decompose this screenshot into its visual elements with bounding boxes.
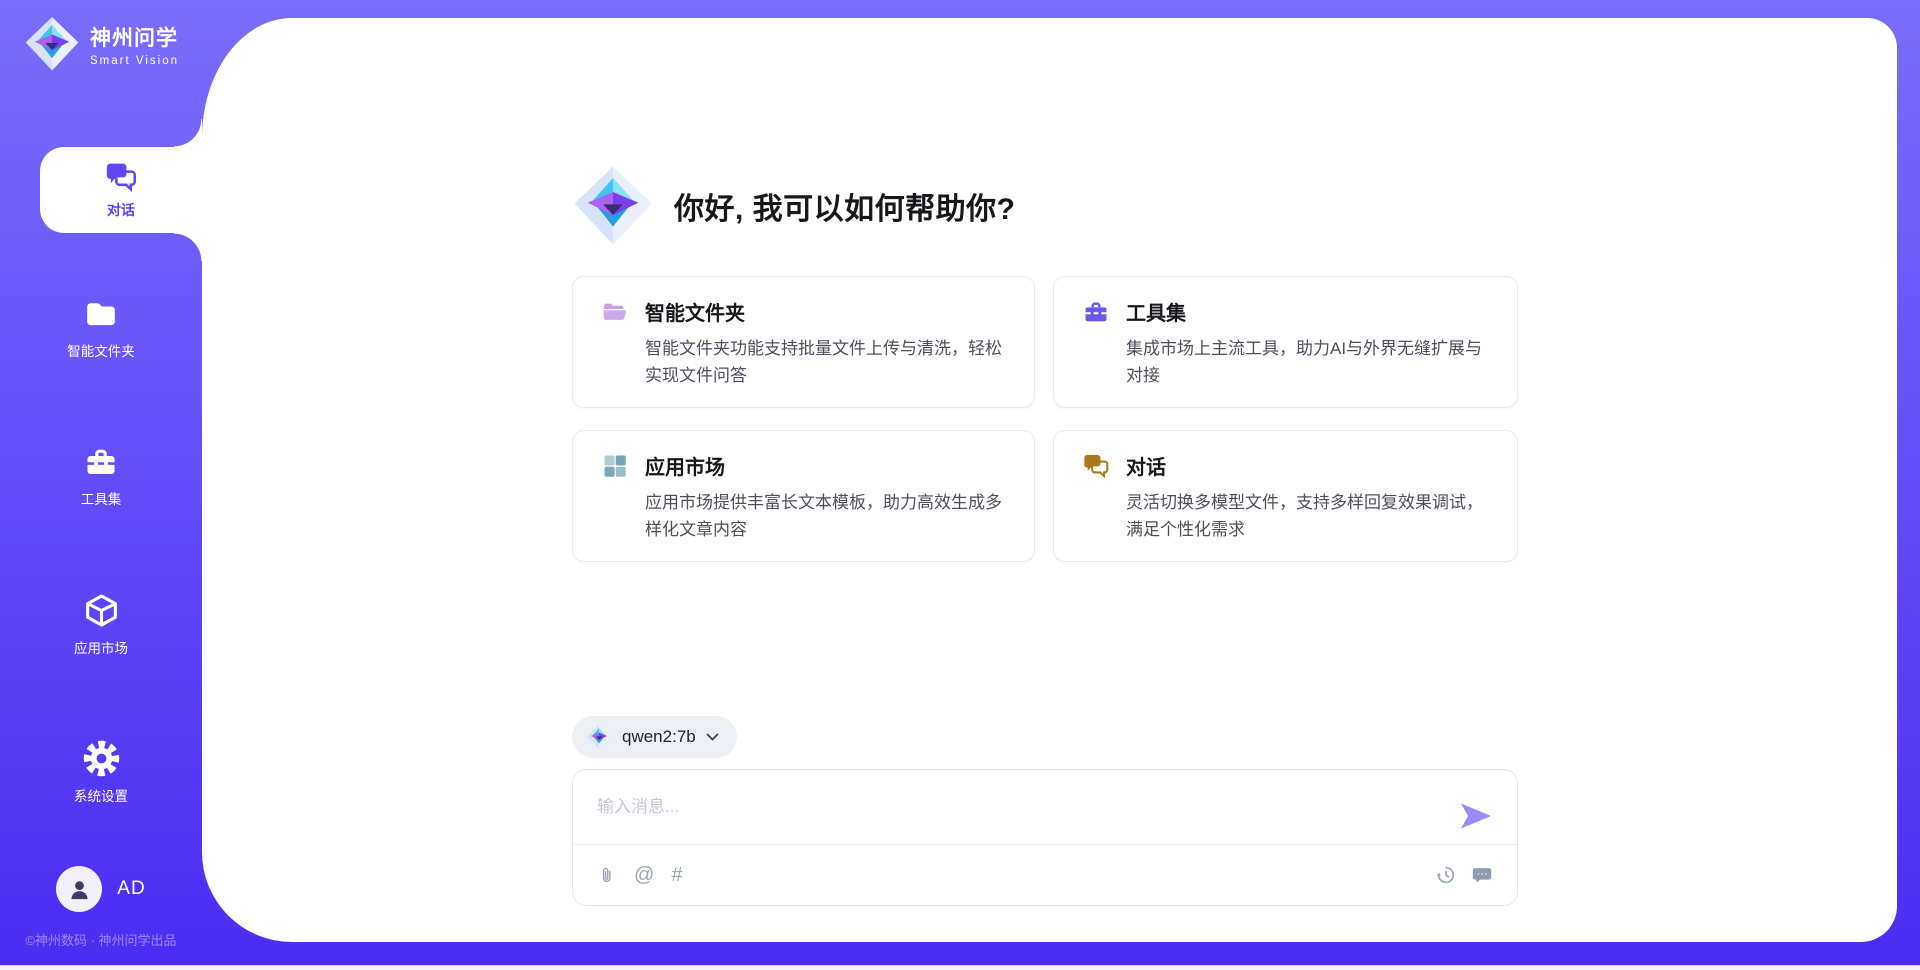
tab-fillet-bottom — [174, 233, 202, 261]
sidebar-item-settings[interactable]: 系统设置 — [0, 726, 202, 818]
chevron-down-icon — [706, 733, 719, 741]
sidebar-item-label: 对话 — [107, 200, 135, 220]
model-diamond-logo-icon — [586, 724, 612, 750]
sidebar-item-chat[interactable]: 对话 — [40, 147, 202, 233]
sidebar-item-smart-folders[interactable]: 智能文件夹 — [0, 282, 202, 374]
card-app-market[interactable]: 应用市场 应用市场提供丰富长文本模板，助力高效生成多样化文章内容 — [572, 430, 1035, 562]
history-icon[interactable] — [1435, 864, 1457, 886]
brand-subtitle: Smart Vision — [90, 55, 179, 67]
card-toolset[interactable]: 工具集 集成市场上主流工具，助力AI与外界无缝扩展与对接 — [1053, 276, 1518, 408]
chat-icon — [104, 160, 138, 194]
brand: 神州问学 Smart Vision — [24, 16, 179, 72]
sidebar-item-label: 应用市场 — [74, 637, 128, 657]
window-bottom-edge — [0, 965, 1920, 970]
message-composer: @ # — [572, 769, 1518, 906]
message-input[interactable] — [573, 770, 1453, 844]
model-name: qwen2:7b — [622, 727, 696, 747]
gear-icon — [83, 740, 120, 777]
card-title: 对话 — [1126, 451, 1166, 480]
model-selector[interactable]: qwen2:7b — [572, 716, 737, 758]
greeting-diamond-logo-icon — [572, 165, 654, 247]
content-column: 你好, 我可以如何帮助你? 智能文件夹 智能文件夹功能支持批量文件上传与清洗，轻… — [572, 18, 1518, 942]
card-description: 集成市场上主流工具，助力AI与外界无缝扩展与对接 — [1126, 335, 1489, 389]
cube-icon — [83, 592, 120, 629]
tab-fillet-top — [174, 119, 202, 147]
person-icon — [66, 876, 93, 903]
brand-diamond-logo-icon — [24, 16, 80, 72]
card-description: 灵活切换多模型文件，支持多样回复效果调试，满足个性化需求 — [1126, 489, 1489, 543]
grid-icon — [601, 452, 629, 480]
card-chat[interactable]: 对话 灵活切换多模型文件，支持多样回复效果调试，满足个性化需求 — [1053, 430, 1518, 562]
card-title: 工具集 — [1126, 297, 1186, 326]
avatar — [56, 866, 102, 912]
sidebar-item-label: 智能文件夹 — [67, 340, 135, 360]
folder-icon — [83, 296, 119, 332]
brand-name: 神州问学 — [90, 22, 179, 52]
paperclip-icon[interactable] — [597, 864, 617, 887]
card-description: 智能文件夹功能支持批量文件上传与清洗，轻松实现文件问答 — [645, 335, 1006, 389]
toolbox-icon — [1082, 298, 1110, 326]
toolbox-icon — [83, 444, 119, 480]
greeting: 你好, 我可以如何帮助你? — [572, 165, 1016, 247]
main-content-area: 你好, 我可以如何帮助你? 智能文件夹 智能文件夹功能支持批量文件上传与清洗，轻… — [202, 18, 1897, 942]
feature-cards: 智能文件夹 智能文件夹功能支持批量文件上传与清洗，轻松实现文件问答 工具集 集成… — [572, 276, 1518, 562]
card-description: 应用市场提供丰富长文本模板，助力高效生成多样化文章内容 — [645, 489, 1006, 543]
copyright-text: ©神州数码 · 神州问学出品 — [0, 930, 202, 949]
at-icon[interactable]: @ — [634, 865, 654, 885]
sidebar-item-toolset[interactable]: 工具集 — [0, 430, 202, 522]
card-smart-folders[interactable]: 智能文件夹 智能文件夹功能支持批量文件上传与清洗，轻松实现文件问答 — [572, 276, 1035, 408]
card-title: 智能文件夹 — [645, 297, 745, 326]
sidebar-item-label: 工具集 — [81, 488, 122, 508]
chat-icon — [1082, 452, 1110, 480]
sidebar-item-label: 系统设置 — [74, 785, 128, 805]
send-icon[interactable] — [1459, 802, 1493, 830]
hash-icon[interactable]: # — [671, 865, 682, 885]
folder-open-icon — [601, 298, 629, 326]
composer-toolbar: @ # — [573, 844, 1517, 905]
greeting-text: 你好, 我可以如何帮助你? — [674, 184, 1016, 228]
sidebar-item-app-market[interactable]: 应用市场 — [0, 578, 202, 670]
user-account[interactable]: AD — [0, 866, 202, 912]
message-icon[interactable] — [1471, 864, 1493, 886]
card-title: 应用市场 — [645, 451, 725, 480]
user-initials: AD — [117, 878, 145, 900]
